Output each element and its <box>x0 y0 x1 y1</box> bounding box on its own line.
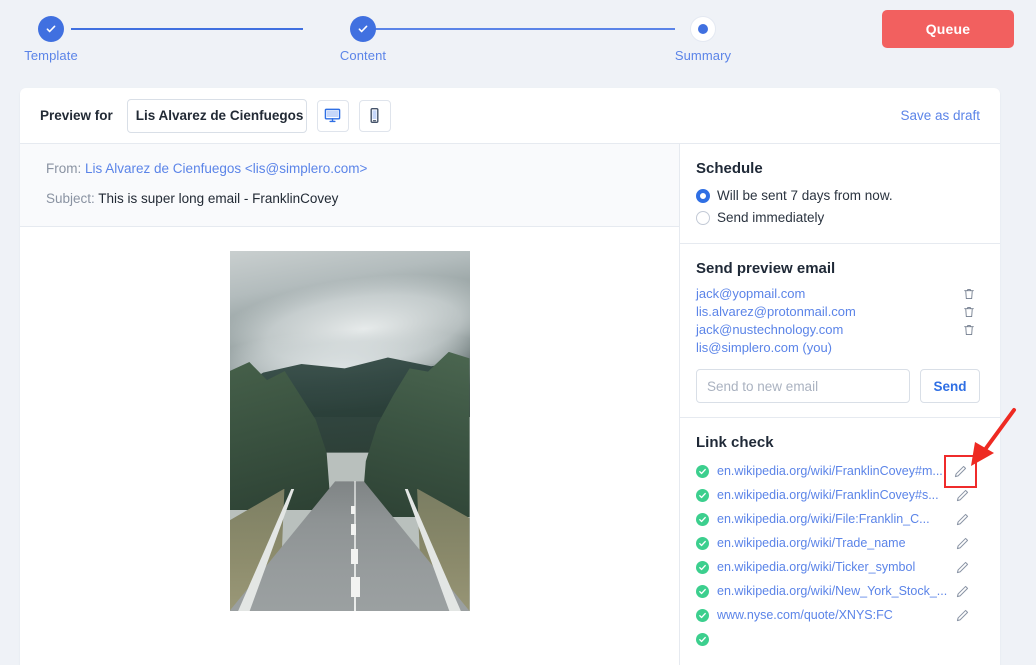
preview-recipient-list: jack@yopmail.com lis.alvarez@protonmail.… <box>696 285 980 357</box>
summary-sidebar: Schedule Will be sent 7 days from now. S… <box>680 144 1000 665</box>
stepper-step-template[interactable]: Template <box>0 16 111 63</box>
send-preview-email-title: Send preview email <box>696 260 836 277</box>
link-check-title: Link check <box>696 434 774 451</box>
desktop-monitor-icon[interactable] <box>316 99 349 132</box>
mobile-phone-icon[interactable] <box>358 99 391 132</box>
summary-card: Preview for Lis Alvarez de Cienfuegos Sa… <box>20 88 1000 665</box>
email-subject-row: Subject: This is super long email - Fran… <box>46 188 659 210</box>
list-item: en.wikipedia.org/wiki/Trade_name <box>696 531 980 555</box>
link-url[interactable]: en.wikipedia.org/wiki/FranklinCovey#s... <box>717 488 939 502</box>
list-item: en.wikipedia.org/wiki/File:Franklin_C... <box>696 507 980 531</box>
stepper-step-content[interactable]: Content <box>303 16 423 63</box>
stepper-connector-1 <box>71 28 303 30</box>
recipient-address[interactable]: jack@yopmail.com <box>696 285 805 303</box>
stepper-label-template: Template <box>24 48 78 63</box>
card-header: Preview for Lis Alvarez de Cienfuegos Sa… <box>20 88 1000 144</box>
subject-label: Subject: <box>46 191 95 206</box>
check-icon <box>38 16 64 42</box>
check-circle-icon <box>696 584 709 598</box>
road-through-forest-photo <box>229 251 470 611</box>
check-circle-icon <box>696 512 709 526</box>
list-item: jack@yopmail.com <box>696 285 980 303</box>
list-item: en.wikipedia.org/wiki/New_York_Stock_... <box>696 579 980 603</box>
list-item: en.wikipedia.org/wiki/Ticker_symbol <box>696 555 980 579</box>
schedule-option-immediate[interactable]: Send immediately <box>696 207 980 229</box>
schedule-title: Schedule <box>696 160 763 177</box>
check-circle-icon <box>696 536 709 550</box>
new-email-input[interactable] <box>696 369 910 403</box>
edit-link-pencil-icon[interactable] <box>955 560 970 575</box>
edit-link-pencil-icon[interactable] <box>955 512 970 527</box>
recipient-select[interactable]: Lis Alvarez de Cienfuegos <box>126 98 307 133</box>
recipient-address[interactable]: lis.alvarez@protonmail.com <box>696 303 856 321</box>
stepper-step-summary[interactable]: Summary <box>643 16 763 63</box>
list-item: lis.alvarez@protonmail.com <box>696 303 980 321</box>
queue-button[interactable]: Queue <box>882 10 1014 48</box>
progress-stepper: Template Content Summary Queue <box>0 0 1036 88</box>
list-item-partial <box>696 627 980 651</box>
check-icon <box>350 16 376 42</box>
check-circle-icon <box>696 608 709 622</box>
save-as-draft-link[interactable]: Save as draft <box>900 108 980 123</box>
send-button[interactable]: Send <box>920 369 980 403</box>
send-new-email-row: Send <box>696 369 980 403</box>
stepper-connector-2 <box>375 28 675 30</box>
list-item: jack@nustechnology.com <box>696 321 980 339</box>
edit-link-pencil-icon[interactable] <box>955 536 970 551</box>
link-url[interactable]: en.wikipedia.org/wiki/Trade_name <box>717 536 906 550</box>
email-meta-block: From: Lis Alvarez de Cienfuegos <lis@sim… <box>20 144 679 227</box>
trash-icon[interactable] <box>962 305 976 319</box>
edit-link-pencil-icon[interactable] <box>955 608 970 623</box>
edit-link-pencil-icon[interactable] <box>955 488 970 503</box>
edit-link-pencil-icon[interactable] <box>955 584 970 599</box>
email-preview-pane: From: Lis Alvarez de Cienfuegos <lis@sim… <box>20 144 680 665</box>
from-value: Lis Alvarez de Cienfuegos <lis@simplero.… <box>85 161 368 176</box>
recipient-address-self[interactable]: lis@simplero.com (you) <box>696 339 832 357</box>
list-item: www.nyse.com/quote/XNYS:FC <box>696 603 980 627</box>
link-url[interactable]: en.wikipedia.org/wiki/New_York_Stock_... <box>717 584 947 598</box>
card-body: From: Lis Alvarez de Cienfuegos <lis@sim… <box>20 144 1000 665</box>
radio-selected-icon[interactable] <box>696 189 710 203</box>
link-url[interactable]: en.wikipedia.org/wiki/Ticker_symbol <box>717 560 915 574</box>
check-circle-icon <box>696 632 709 646</box>
trash-icon[interactable] <box>962 323 976 337</box>
preview-for-label: Preview for <box>40 108 113 123</box>
check-circle-icon <box>696 560 709 574</box>
schedule-section: Schedule Will be sent 7 days from now. S… <box>680 144 1000 244</box>
list-item: en.wikipedia.org/wiki/FranklinCovey#s... <box>696 483 980 507</box>
schedule-option-delayed[interactable]: Will be sent 7 days from now. <box>696 185 980 207</box>
link-url[interactable]: www.nyse.com/quote/XNYS:FC <box>717 608 893 622</box>
trash-icon[interactable] <box>962 287 976 301</box>
dot-icon <box>690 16 716 42</box>
subject-value: This is super long email - FranklinCovey <box>98 191 339 206</box>
list-item: lis@simplero.com (you) <box>696 339 980 357</box>
email-from-row: From: Lis Alvarez de Cienfuegos <lis@sim… <box>46 158 659 180</box>
schedule-option-delayed-label: Will be sent 7 days from now. <box>717 188 893 203</box>
link-url[interactable]: en.wikipedia.org/wiki/File:Franklin_C... <box>717 512 930 526</box>
send-preview-email-section: Send preview email jack@yopmail.com lis.… <box>680 244 1000 418</box>
check-circle-icon <box>696 488 709 502</box>
recipient-address[interactable]: jack@nustechnology.com <box>696 321 843 339</box>
from-label: From: <box>46 161 82 176</box>
schedule-option-immediate-label: Send immediately <box>717 210 825 225</box>
check-circle-icon <box>696 464 709 478</box>
link-check-section: Link check en.wikipedia.org/wiki/Frankli… <box>680 418 1000 665</box>
list-item: en.wikipedia.org/wiki/FranklinCovey#m... <box>696 454 980 488</box>
edit-link-pencil-icon[interactable] <box>944 454 977 488</box>
email-body-canvas <box>20 227 679 617</box>
link-url[interactable]: en.wikipedia.org/wiki/FranklinCovey#m... <box>717 464 943 478</box>
radio-unselected-icon[interactable] <box>696 211 710 225</box>
stepper-label-summary: Summary <box>674 48 732 63</box>
recipient-select-value: Lis Alvarez de Cienfuegos <box>135 108 304 123</box>
stepper-label-content: Content <box>339 48 387 63</box>
